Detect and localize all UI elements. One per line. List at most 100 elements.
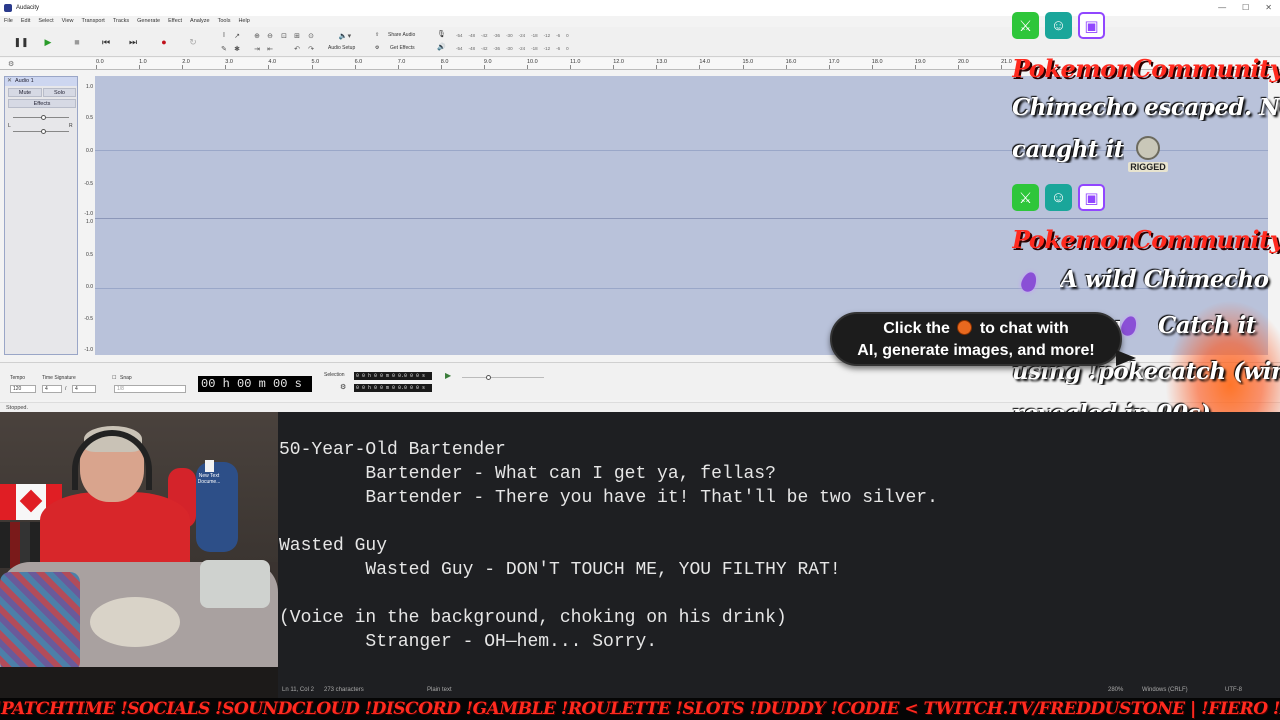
trim-icon[interactable]: ⇥ bbox=[251, 43, 263, 54]
chat-username-1: PokemonCommunityGame bbox=[1012, 54, 1280, 83]
track-name[interactable]: Audio 1 bbox=[5, 77, 77, 86]
notepad-text-area[interactable]: 50-Year-Old Bartender Bartender - What c… bbox=[279, 414, 1259, 702]
selection-tool-icon[interactable]: I bbox=[218, 30, 230, 41]
share-audio-button[interactable]: Share Audio bbox=[388, 32, 415, 38]
ruler-tick-label: 5.0 bbox=[311, 59, 320, 65]
text-document-icon bbox=[204, 460, 214, 472]
speaker-icon[interactable]: 🔊 bbox=[437, 43, 446, 51]
time-signature-denominator[interactable]: 4 bbox=[72, 385, 96, 393]
menu-generate[interactable]: Generate bbox=[137, 18, 160, 24]
pan-knob[interactable] bbox=[41, 129, 46, 134]
zoom-toggle-icon[interactable]: ⊙ bbox=[305, 30, 317, 41]
multi-tool-icon[interactable]: ✱ bbox=[231, 43, 243, 54]
record-icon: ● bbox=[161, 37, 167, 47]
notepad-status-bar: Ln 11, Col 2 273 characters Plain text 2… bbox=[270, 682, 1280, 698]
get-effects-icon[interactable]: ⚙ bbox=[375, 45, 379, 51]
track-control-panel[interactable]: Audio 1 ✕ Mute Solo Effects L R bbox=[4, 76, 78, 355]
ruler-tick-label: 6.0 bbox=[354, 59, 363, 65]
zoom-in-icon[interactable]: ⊕ bbox=[251, 30, 263, 41]
maximize-icon[interactable]: ☐ bbox=[1242, 3, 1249, 12]
tooltip-text-pre: Click the bbox=[883, 320, 950, 337]
ruler-tick-mark bbox=[613, 65, 615, 69]
menu-bar: File Edit Select View Transport Tracks G… bbox=[0, 16, 250, 26]
play-speed-slider[interactable] bbox=[462, 375, 544, 380]
meter-tick: -6 bbox=[556, 45, 561, 51]
menu-tools[interactable]: Tools bbox=[218, 18, 231, 24]
rigged-face-icon bbox=[1136, 136, 1160, 160]
time-display[interactable]: 00 h 00 m 00 s bbox=[198, 376, 312, 392]
effects-button[interactable]: Effects bbox=[8, 99, 76, 108]
audio-setup-button[interactable]: Audio Setup bbox=[328, 45, 355, 51]
pan-slider[interactable] bbox=[13, 129, 69, 134]
ai-chat-tooltip[interactable]: Click the to chat with AI, generate imag… bbox=[830, 312, 1136, 366]
selection-settings-icon[interactable]: ⚙ bbox=[340, 383, 346, 391]
tempo-label: Tempo bbox=[10, 375, 26, 381]
ruler-tick-mark bbox=[354, 65, 356, 69]
undo-icon[interactable]: ↶ bbox=[291, 43, 303, 54]
encoding[interactable]: UTF-8 bbox=[1225, 682, 1242, 698]
fit-project-icon[interactable]: ⊞ bbox=[291, 30, 303, 41]
silence-icon[interactable]: ⇤ bbox=[264, 43, 276, 54]
stop-button[interactable]: ■ bbox=[68, 33, 86, 51]
menu-effect[interactable]: Effect bbox=[168, 18, 182, 24]
zoom-out-icon[interactable]: ⊖ bbox=[264, 30, 276, 41]
rigged-label: RIGGED bbox=[1128, 162, 1168, 172]
meter-tick: -12 bbox=[543, 45, 551, 51]
solo-button[interactable]: Solo bbox=[43, 88, 76, 97]
text-line: Wasted Guy bbox=[279, 536, 388, 556]
playback-meter[interactable]: -54 -48 -42 -36 -30 -24 -18 -12 -6 0 bbox=[456, 43, 576, 53]
draw-tool-icon[interactable]: ✎ bbox=[218, 43, 230, 54]
record-meter[interactable]: -54 -48 -42 -36 -30 -24 -18 -12 -6 0 bbox=[456, 30, 576, 40]
mic-icon[interactable]: 🎙 bbox=[437, 30, 446, 38]
line-ending[interactable]: Windows (CRLF) bbox=[1142, 682, 1188, 698]
share-audio-icon[interactable]: ⇪ bbox=[375, 32, 379, 38]
menu-analyze[interactable]: Analyze bbox=[190, 18, 210, 24]
menu-file[interactable]: File bbox=[4, 18, 13, 24]
menu-help[interactable]: Help bbox=[238, 18, 249, 24]
track-close-icon[interactable]: ✕ bbox=[7, 77, 12, 86]
meter-tick: -54 bbox=[456, 32, 463, 38]
redo-icon[interactable]: ↷ bbox=[305, 43, 317, 54]
play-speed-knob[interactable] bbox=[486, 375, 491, 380]
mute-button[interactable]: Mute bbox=[8, 88, 42, 97]
meter-tick: -24 bbox=[518, 32, 526, 38]
close-icon[interactable]: ✕ bbox=[1265, 3, 1272, 12]
snap-select[interactable]: 1/8 bbox=[114, 385, 186, 393]
menu-edit[interactable]: Edit bbox=[21, 18, 30, 24]
record-button[interactable]: ● bbox=[155, 33, 173, 51]
time-signature-numerator[interactable]: 4 bbox=[42, 385, 62, 393]
webcam-blanket bbox=[0, 572, 80, 672]
play-at-speed-icon[interactable]: ▶ bbox=[445, 371, 451, 380]
badges-row-1: ⚔ ☺ ▣ bbox=[1012, 12, 1105, 39]
pan-right-label: R bbox=[69, 123, 73, 129]
tooltip-text-post: to chat with bbox=[979, 320, 1069, 337]
menu-view[interactable]: View bbox=[62, 18, 74, 24]
menu-tracks[interactable]: Tracks bbox=[113, 18, 129, 24]
ruler-tick-label: 9.0 bbox=[483, 59, 492, 65]
minimize-icon[interactable]: — bbox=[1218, 3, 1226, 12]
envelope-tool-icon[interactable]: ↗ bbox=[231, 30, 243, 41]
menu-select[interactable]: Select bbox=[38, 18, 53, 24]
loop-button[interactable]: ↻ bbox=[184, 33, 202, 51]
tooltip-line-2: AI, generate images, and more! bbox=[857, 342, 1095, 359]
scale-label: 0.0 bbox=[86, 284, 93, 290]
selection-start-field[interactable]: 0 0 h 0 0 m 0 0.0 0 0 s bbox=[354, 372, 432, 380]
gain-slider[interactable] bbox=[13, 115, 69, 120]
tempo-input[interactable]: 120 bbox=[10, 385, 36, 393]
pause-button[interactable]: ❚❚ bbox=[12, 33, 30, 51]
skip-end-button[interactable]: ⏭ bbox=[124, 33, 142, 51]
snap-checkbox[interactable]: ☐ bbox=[112, 375, 116, 381]
audio-setup-icon[interactable]: 🔈▾ bbox=[336, 30, 354, 41]
ruler-tick-label: 18.0 bbox=[871, 59, 883, 65]
get-effects-button[interactable]: Get Effects bbox=[390, 45, 415, 51]
play-button[interactable]: ▶ bbox=[39, 33, 57, 51]
fit-selection-icon[interactable]: ⊡ bbox=[278, 30, 290, 41]
selection-label: Selection bbox=[324, 372, 345, 378]
timeline-settings-icon[interactable]: ⚙ bbox=[8, 60, 14, 68]
stop-icon: ■ bbox=[74, 37, 80, 47]
zoom-level[interactable]: 280% bbox=[1108, 682, 1123, 698]
menu-transport[interactable]: Transport bbox=[81, 18, 104, 24]
selection-end-field[interactable]: 0 0 h 0 0 m 0 0.0 0 0 s bbox=[354, 384, 432, 392]
gain-knob[interactable] bbox=[41, 115, 46, 120]
skip-start-button[interactable]: ⏮ bbox=[97, 33, 115, 51]
